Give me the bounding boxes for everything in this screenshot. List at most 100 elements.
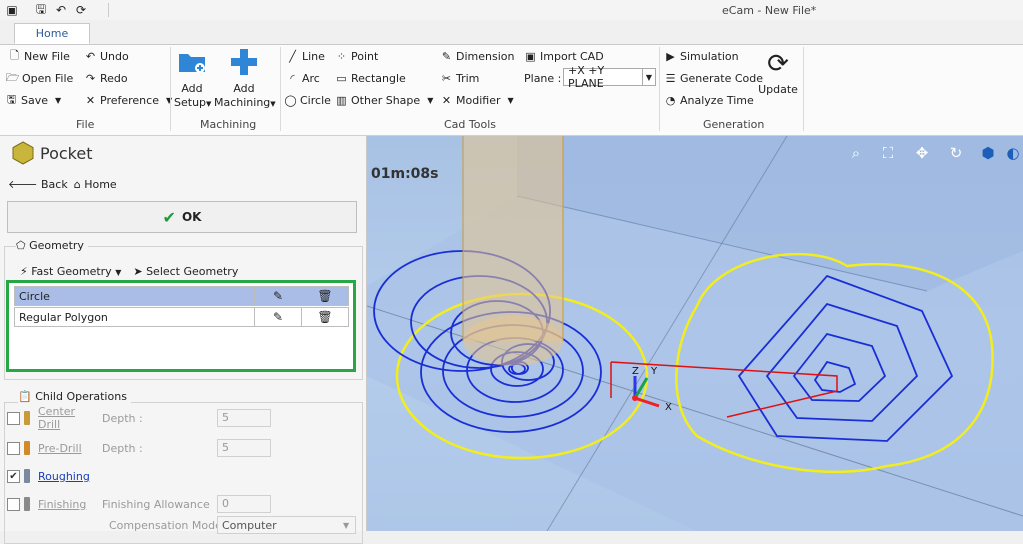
plus-icon: [231, 49, 257, 75]
point-button[interactable]: ⁘ Point: [335, 47, 378, 65]
trim-button[interactable]: ✂ Trim: [440, 69, 480, 87]
plane-label: Plane :: [524, 71, 562, 85]
back-button[interactable]: 🡐 Back: [8, 177, 68, 191]
pre-drill-link[interactable]: Pre-Drill: [38, 442, 98, 455]
cursor-icon: ➤: [133, 265, 143, 278]
ribbon: 🗋 New File 🗁 Open File 🖫 Save ▼ ↶ Undo ↷ Redo …: [0, 45, 1023, 136]
group-label-file: File: [76, 118, 95, 131]
simulation-button[interactable]: ▶ Simulation: [664, 47, 738, 65]
add-setup-button[interactable]: Add Setup▼: [174, 49, 212, 111]
undo-icon[interactable]: ↶: [53, 2, 69, 18]
point-icon: ⁘: [336, 49, 347, 63]
add-machining-button[interactable]: Add Machining▼: [214, 48, 276, 111]
rotate-icon[interactable]: ↻: [945, 142, 967, 164]
roughing-checkbox[interactable]: ✔: [7, 469, 20, 483]
end-mill-icon: [24, 497, 30, 511]
other-shape-button[interactable]: ▥ Other Shape ▼: [335, 91, 433, 109]
title-bar: ▣ 🖫 ↶ ⟳ eCam - New File*: [0, 0, 1023, 21]
panel-title: Pocket: [40, 144, 93, 163]
geometry-row[interactable]: Circle ✎ 🗑: [14, 286, 349, 306]
pre-drill-checkbox[interactable]: [7, 441, 20, 455]
compensation-mode-select[interactable]: Computer ▼: [217, 516, 356, 534]
modifier-button[interactable]: ✕ Modifier ▼: [440, 91, 514, 109]
shading-icon[interactable]: ◐: [1003, 142, 1023, 164]
geometry-row[interactable]: Regular Polygon ✎ 🗑: [14, 307, 349, 327]
center-drill-checkbox[interactable]: [7, 411, 20, 425]
rectangle-button[interactable]: ▭ Rectangle: [335, 69, 406, 87]
refresh-icon[interactable]: ⟳: [73, 2, 89, 18]
new-file-icon: 🗋: [10, 48, 19, 62]
redo-button[interactable]: ↷ Redo: [84, 69, 128, 87]
checkmark-icon: ✔: [162, 207, 176, 227]
chevron-down-icon: ▼: [270, 100, 276, 108]
scissors-icon: ✂: [441, 71, 452, 85]
new-file-button[interactable]: 🗋 New File: [8, 47, 70, 65]
cutting-tool: [463, 136, 563, 341]
operation-row: Center Drill Depth :: [7, 405, 143, 431]
fit-view-icon[interactable]: ⛶: [877, 142, 899, 164]
plane-select[interactable]: +X +Y PLANE ▼: [563, 64, 656, 90]
geometry-list: Circle ✎ 🗑 Regular Polygon ✎ 🗑: [6, 280, 356, 372]
undo-button[interactable]: ↶ Undo: [84, 47, 129, 65]
folder-icon: 🗁: [5, 70, 20, 84]
home-button[interactable]: ⌂ Home: [74, 178, 117, 191]
finishing-allowance-input[interactable]: 0: [217, 495, 271, 513]
arc-button[interactable]: ◜ Arc: [286, 69, 320, 87]
finishing-checkbox[interactable]: [7, 497, 20, 511]
child-operations-legend: 📋 Child Operations: [18, 390, 131, 403]
analyze-time-button[interactable]: ◔ Analyze Time: [664, 91, 754, 109]
finishing-link[interactable]: Finishing: [38, 498, 98, 511]
chevron-down-icon: ▼: [343, 520, 350, 530]
delete-icon[interactable]: 🗑: [301, 308, 348, 326]
app-menu-icon[interactable]: ▣: [4, 2, 20, 18]
line-button[interactable]: ╱ Line: [286, 47, 325, 65]
pre-drill-depth-input[interactable]: 5: [217, 439, 271, 457]
3d-viewport[interactable]: X Y Z 01m:08s ⌕ ⛶ ✥ ↻ ⬢ ◐: [367, 136, 1023, 531]
circle-button[interactable]: ◯ Circle: [284, 91, 331, 109]
dimension-icon: ✎: [441, 49, 452, 63]
zoom-window-icon[interactable]: ⌕: [845, 142, 867, 164]
save-icon[interactable]: 🖫: [33, 2, 49, 18]
separator: [108, 3, 109, 17]
fast-geometry-button[interactable]: ⚡ Fast Geometry ▼: [20, 265, 121, 278]
edit-icon[interactable]: ✎: [254, 287, 301, 305]
roughing-link[interactable]: Roughing: [38, 470, 90, 483]
chevron-down-icon: ▼: [55, 95, 62, 105]
center-drill-link[interactable]: Center Drill: [38, 405, 98, 431]
generate-code-button[interactable]: ☰ Generate Code: [664, 69, 763, 87]
modifier-icon: ✕: [441, 93, 452, 107]
chevron-down-icon: ▼: [507, 95, 514, 105]
origin-point: [632, 395, 638, 401]
edit-icon[interactable]: ✎: [254, 308, 301, 326]
scene: X Y Z: [367, 136, 1023, 531]
group-separator: [803, 47, 804, 131]
dimension-button[interactable]: ✎ Dimension: [440, 47, 515, 65]
drill-tool-icon: [24, 441, 30, 455]
select-geometry-button[interactable]: ➤ Select Geometry: [133, 265, 238, 278]
pocket-icon: [12, 141, 34, 165]
play-icon: ▶: [666, 49, 675, 63]
group-label-machining: Machining: [200, 118, 257, 131]
group-separator: [659, 47, 660, 131]
save-button[interactable]: 🖫 Save ▼: [5, 91, 61, 109]
save-icon: 🖫: [6, 92, 17, 106]
preference-button[interactable]: ✕Preference▼: [84, 91, 172, 109]
lightning-icon: ⚡: [20, 265, 28, 278]
arc-icon: ◜: [290, 71, 295, 85]
center-drill-depth-input[interactable]: 5: [217, 409, 271, 427]
view-cube-icon[interactable]: ⬢: [977, 142, 999, 164]
tab-home[interactable]: Home: [14, 23, 90, 44]
chevron-down-icon: ▼: [206, 100, 212, 108]
pan-icon[interactable]: ✥: [911, 142, 933, 164]
delete-icon[interactable]: 🗑: [301, 287, 348, 305]
document-icon: ☰: [665, 71, 676, 85]
shapes-icon: ▥: [336, 93, 347, 107]
simulation-timer: 01m:08s: [371, 166, 439, 182]
stopwatch-icon: ◔: [665, 93, 676, 107]
ok-button[interactable]: ✔ OK: [7, 201, 357, 233]
update-button[interactable]: ⟳ Update: [758, 49, 798, 97]
open-file-button[interactable]: 🗁 Open File: [5, 69, 74, 87]
import-cad-button[interactable]: ▣ Import CAD: [524, 47, 603, 65]
operation-panel: Pocket 🡐 Back ⌂ Home ✔ OK ⬠ Geometry ⚡ F…: [0, 136, 367, 544]
undo-icon: ↶: [85, 49, 96, 63]
